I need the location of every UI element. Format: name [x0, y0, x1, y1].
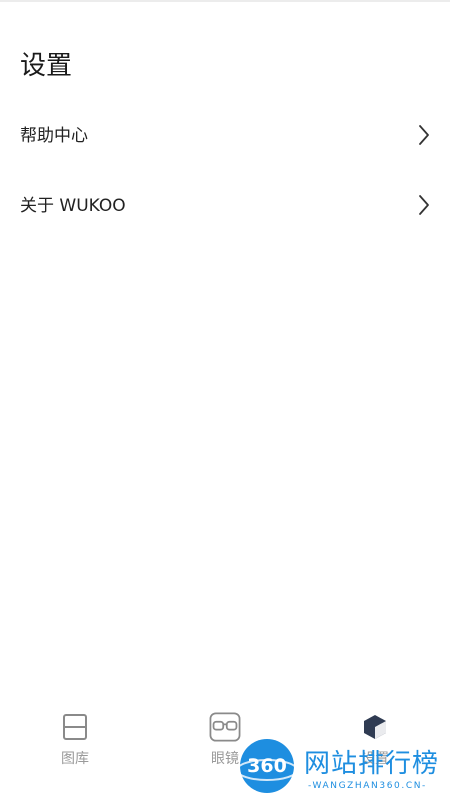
gallery-icon	[63, 714, 87, 740]
status-bar	[0, 0, 450, 2]
watermark-text: 网站排行榜	[304, 749, 440, 779]
tab-gallery[interactable]: 图库	[30, 712, 120, 782]
watermark-number: 360	[247, 755, 287, 777]
page-title: 设置	[20, 51, 73, 81]
chevron-right-icon	[419, 125, 429, 145]
watermark-logo: 360 网站排行榜 -WANGZHAN360.CN-	[238, 735, 450, 800]
about-wukoo-row[interactable]: 关于 WUKOO	[0, 176, 450, 236]
chevron-right-icon	[419, 195, 429, 215]
help-center-label: 帮助中心	[20, 126, 88, 146]
watermark-360-badge: 360	[238, 739, 296, 793]
help-center-row[interactable]: 帮助中心	[0, 106, 450, 166]
about-wukoo-label: 关于 WUKOO	[20, 196, 126, 216]
watermark-subtext: -WANGZHAN360.CN-	[308, 781, 427, 791]
tab-gallery-label: 图库	[61, 751, 89, 767]
